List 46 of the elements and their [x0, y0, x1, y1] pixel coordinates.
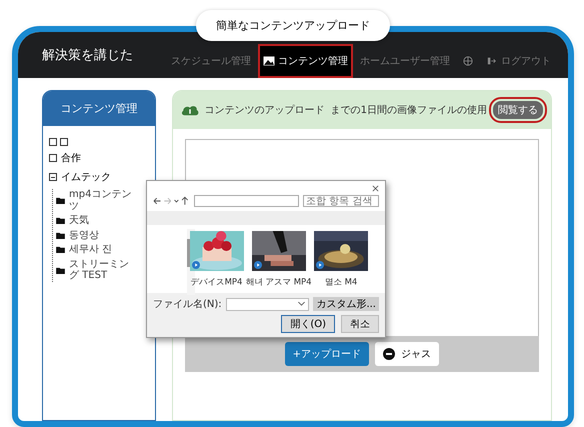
panel-title: コンテンツ管理 [43, 91, 155, 126]
folder-icon [56, 197, 65, 204]
section-title: コンテンツのアップロード [204, 104, 325, 117]
file-name[interactable]: デバイスMP4 [191, 276, 243, 288]
tree-item[interactable]: 合作 [61, 151, 81, 165]
toggle-icon[interactable] [49, 173, 57, 181]
nav-item[interactable]: ホームユーザー管理 [355, 44, 455, 78]
minus-icon [383, 348, 395, 360]
browse-button[interactable]: 閲覧する [493, 101, 543, 119]
file-name[interactable]: 해녀 アスマ MP4 [246, 276, 312, 288]
nav-item[interactable]: ログアウト [481, 44, 556, 78]
navigation-icon[interactable] [153, 196, 190, 206]
cancel-button[interactable]: 취소 [341, 315, 379, 333]
close-icon[interactable] [372, 185, 379, 192]
logout-icon [486, 56, 498, 66]
file-name[interactable]: 멸소 M4 [324, 276, 358, 288]
cloud-upload-icon [180, 104, 199, 116]
tree-item[interactable]: 동영상 [69, 230, 99, 241]
tree-item[interactable]: mp4コンテンツ [69, 189, 137, 212]
tree-item[interactable]: ストリーミング TEST [69, 258, 137, 282]
upload-button[interactable]: +アップロード [284, 342, 369, 366]
search-field[interactable]: 조합 항목 검색 [303, 195, 379, 207]
play-icon [192, 261, 200, 269]
usage-text: までの1日間の画像ファイルの使用 [330, 104, 487, 117]
banner-title: 簡単なコンテンツアップロード [196, 10, 390, 41]
filename-field[interactable] [226, 298, 310, 310]
collapse-icon[interactable] [49, 138, 57, 146]
cancel-button[interactable]: ジャス [375, 342, 439, 366]
open-button[interactable]: 開く(O) [281, 315, 335, 333]
chevron-icon [298, 302, 306, 306]
tree-item[interactable]: イムテック [61, 170, 111, 184]
field-label: ファイル名(N): [153, 298, 222, 311]
nav-item[interactable]: スケジュール管理 [166, 44, 256, 78]
image-icon [263, 56, 275, 66]
globe-icon [462, 56, 474, 66]
filter-dropdown[interactable]: カスタム形... [313, 297, 379, 311]
nav-item[interactable]: コンテンツ管理 [258, 44, 353, 78]
tree-item[interactable]: 세무사 진 [69, 244, 112, 256]
expand-icon[interactable] [60, 138, 68, 146]
play-icon [316, 261, 324, 269]
app-title: 解決策を講じた [42, 47, 133, 64]
path-field[interactable] [194, 195, 299, 207]
play-icon [254, 261, 262, 269]
folder-icon [56, 266, 65, 274]
tree-item[interactable]: 天気 [69, 215, 89, 226]
toggle-icon[interactable] [49, 154, 57, 162]
